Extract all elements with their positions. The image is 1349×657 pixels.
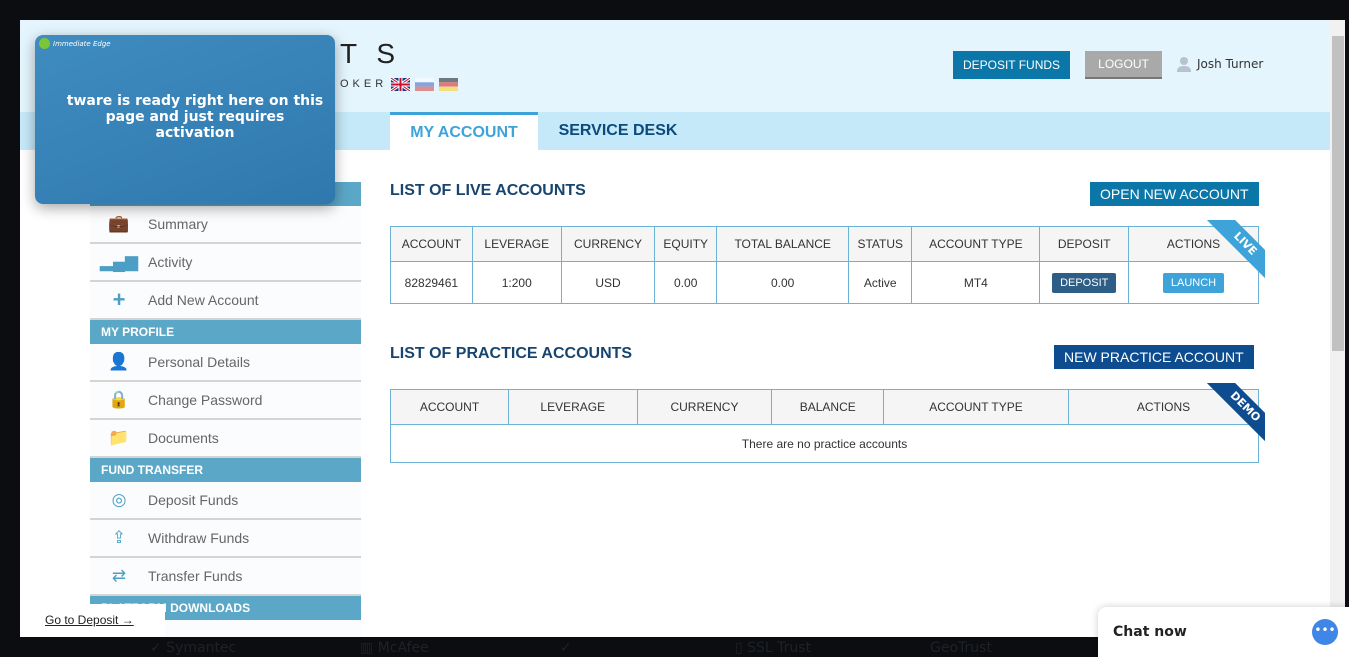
tab-my-account[interactable]: MY ACCOUNT xyxy=(390,112,538,150)
user-icon xyxy=(1177,57,1191,72)
lock-icon: 🔒 xyxy=(108,390,130,409)
ribbon-label: DEMO xyxy=(1206,383,1265,443)
trust-badge-geotrust: GeoTrust xyxy=(930,640,992,656)
sidebar-item-deposit-funds[interactable]: ◎ Deposit Funds xyxy=(90,482,361,520)
sidebar-item-change-password[interactable]: 🔒 Change Password xyxy=(90,382,361,420)
sidebar-item-label: Summary xyxy=(148,216,208,232)
transfer-icon: ⇄ xyxy=(111,566,127,585)
promo-popup[interactable]: Immediate Edge tware is ready right here… xyxy=(35,35,335,204)
go-to-deposit-link[interactable]: Go to Deposit → xyxy=(20,604,165,637)
total-balance-cell: 0.00 xyxy=(716,261,850,304)
sidebar-item-label: Documents xyxy=(148,430,219,446)
popup-brand: Immediate Edge xyxy=(39,38,111,49)
sidebar-item-label: Personal Details xyxy=(148,354,250,370)
column-header: ACCOUNT TYPE xyxy=(883,389,1069,425)
table-row: There are no practice accounts xyxy=(390,424,1259,463)
live-accounts-table: ACCOUNT LEVERAGE CURRENCY EQUITY TOTAL B… xyxy=(390,226,1259,304)
trust-badge-ssl: ▯ SSL Trust xyxy=(735,640,812,656)
sidebar-item-label: Withdraw Funds xyxy=(148,530,250,546)
column-header: STATUS xyxy=(848,226,913,262)
account-type-cell: MT4 xyxy=(911,261,1041,304)
column-header: BALANCE xyxy=(771,389,884,425)
sidebar-item-label: Deposit Funds xyxy=(148,492,239,508)
deposit-cell: DEPOSIT xyxy=(1039,261,1129,304)
column-header: EQUITY xyxy=(654,226,718,262)
open-new-account-button[interactable]: OPEN NEW ACCOUNT xyxy=(1090,182,1259,206)
sidebar-section-my-profile: MY PROFILE xyxy=(90,320,361,344)
currency-cell: USD xyxy=(560,261,656,304)
sidebar-item-transfer-funds[interactable]: ⇄ Transfer Funds xyxy=(90,558,361,596)
coins-icon: ◎ xyxy=(111,490,127,509)
column-header: TOTAL BALANCE xyxy=(716,226,850,262)
scrollbar-thumb[interactable] xyxy=(1332,36,1344,351)
empty-message: There are no practice accounts xyxy=(390,424,1259,463)
chat-bubble-icon[interactable]: ••• xyxy=(1312,619,1338,645)
demo-ribbon: DEMO xyxy=(1205,383,1265,443)
folder-icon: 📁 xyxy=(108,428,130,447)
upload-icon: ⇪ xyxy=(111,528,127,547)
chat-label: Chat now xyxy=(1113,624,1187,640)
popup-text: tware is ready right here on this page a… xyxy=(66,93,324,141)
deposit-button[interactable]: DEPOSIT xyxy=(1052,272,1117,293)
plus-icon: + xyxy=(112,287,126,312)
equity-cell: 0.00 xyxy=(654,261,718,304)
tab-service-desk[interactable]: SERVICE DESK xyxy=(538,112,698,150)
sidebar-item-withdraw-funds[interactable]: ⇪ Withdraw Funds xyxy=(90,520,361,558)
sidebar-item-label: Add New Account xyxy=(148,292,259,308)
sidebar-item-activity[interactable]: ▂▄▆ Activity xyxy=(90,244,361,282)
briefcase-icon: 💼 xyxy=(108,214,130,233)
sidebar-item-label: Activity xyxy=(148,254,193,270)
deposit-funds-button[interactable]: DEPOSIT FUNDS xyxy=(953,51,1070,79)
flag-uk-icon[interactable] xyxy=(391,78,410,91)
account-cell: 82829461 xyxy=(390,261,473,304)
logout-button[interactable]: LOGOUT xyxy=(1085,51,1162,79)
practice-accounts-table: ACCOUNT LEVERAGE CURRENCY BALANCE ACCOUN… xyxy=(389,389,1259,463)
scrollbar[interactable] xyxy=(1330,20,1345,637)
leverage-cell: 1:200 xyxy=(471,261,562,304)
logo[interactable]: T S xyxy=(340,38,401,70)
ribbon-label: LIVE xyxy=(1206,220,1265,280)
table-header-row: ACCOUNT LEVERAGE CURRENCY EQUITY TOTAL B… xyxy=(390,226,1259,262)
flag-de-icon[interactable] xyxy=(439,78,458,91)
practice-accounts-title: LIST OF PRACTICE ACCOUNTS xyxy=(390,345,633,362)
flag-ru-icon[interactable] xyxy=(415,78,434,91)
column-header: CURRENCY xyxy=(636,389,773,425)
sidebar-item-label: Change Password xyxy=(148,392,263,408)
column-header: ACCOUNT xyxy=(389,389,510,425)
brand-name: Immediate Edge xyxy=(53,39,111,48)
user-name: Josh Turner xyxy=(1197,57,1264,71)
column-header: ACCOUNT xyxy=(390,226,473,262)
sidebar-item-add-new-account[interactable]: + Add New Account xyxy=(90,282,361,320)
language-flags xyxy=(391,78,458,91)
sidebar-item-personal-details[interactable]: 👤 Personal Details xyxy=(90,344,361,382)
trust-badge-verisign: ✓ xyxy=(560,640,572,656)
table-row: 82829461 1:200 USD 0.00 0.00 Active MT4 … xyxy=(390,261,1259,304)
table-header-row: ACCOUNT LEVERAGE CURRENCY BALANCE ACCOUN… xyxy=(389,389,1259,425)
column-header: DEPOSIT xyxy=(1039,226,1129,262)
new-practice-account-button[interactable]: NEW PRACTICE ACCOUNT xyxy=(1054,345,1254,369)
column-header: ACCOUNT TYPE xyxy=(911,226,1041,262)
column-header: CURRENCY xyxy=(560,226,656,262)
user-icon: 👤 xyxy=(108,352,130,371)
trust-badge-mcafee: ▥ McAfee xyxy=(360,640,429,656)
sidebar: 💼 Summary ▂▄▆ Activity + Add New Account MY… xyxy=(90,182,361,637)
brand-logo-icon xyxy=(39,38,50,49)
user-menu[interactable]: Josh Turner xyxy=(1176,56,1263,72)
status-cell: Active xyxy=(848,261,913,304)
live-accounts-title: LIST OF LIVE ACCOUNTS xyxy=(390,182,586,199)
trust-badge-symantec: ✓ Symantec xyxy=(150,640,237,656)
sidebar-item-summary[interactable]: 💼 Summary xyxy=(90,206,361,244)
logo-subtitle: OKER xyxy=(340,78,388,90)
bar-chart-icon: ▂▄▆ xyxy=(99,252,139,271)
chat-widget[interactable]: Chat now ••• xyxy=(1098,607,1349,657)
column-header: LEVERAGE xyxy=(508,389,638,425)
sidebar-item-documents[interactable]: 📁 Documents xyxy=(90,420,361,458)
sidebar-item-label: Transfer Funds xyxy=(148,568,243,584)
sidebar-section-fund-transfer: FUND TRANSFER xyxy=(90,458,361,482)
live-ribbon: LIVE xyxy=(1205,220,1265,280)
column-header: LEVERAGE xyxy=(471,226,562,262)
